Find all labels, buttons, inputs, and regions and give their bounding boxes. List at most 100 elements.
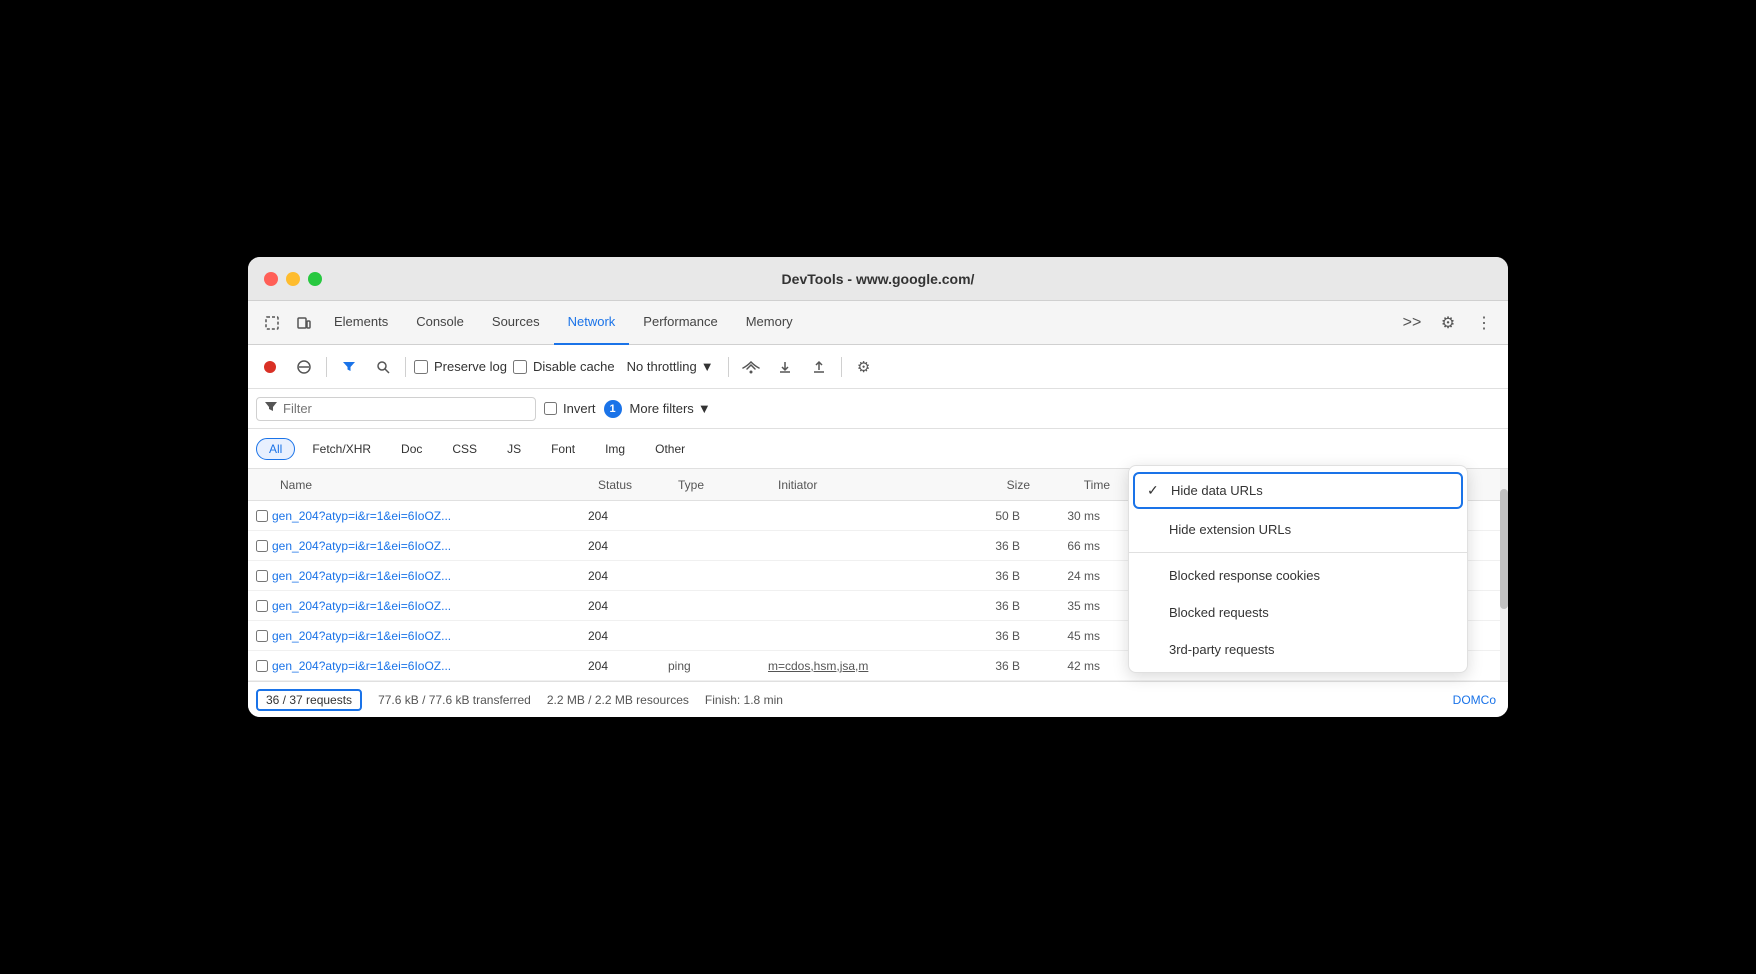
row-checkbox-4[interactable]	[248, 630, 268, 642]
tab-performance[interactable]: Performance	[629, 301, 731, 345]
clear-button[interactable]	[290, 353, 318, 381]
row-time-1: 66 ms	[1028, 539, 1108, 553]
cursor-icon[interactable]	[256, 307, 288, 339]
type-filter-doc[interactable]: Doc	[388, 438, 435, 460]
row-name-4: gen_204?atyp=i&r=1&ei=6IoOZ...	[268, 629, 588, 643]
filter-input[interactable]	[283, 401, 483, 416]
invert-checkbox[interactable]	[544, 402, 557, 415]
dropdown-item-blocked-requests[interactable]: ✓ Blocked requests	[1129, 594, 1467, 631]
row-checkbox-2[interactable]	[248, 570, 268, 582]
separator-2	[405, 357, 406, 377]
row-size-1: 36 B	[948, 539, 1028, 553]
devtools-settings-icon[interactable]: ⚙	[1432, 307, 1464, 339]
row-initiator-5: m=cdos,hsm,jsa,m	[768, 659, 948, 673]
tab-console[interactable]: Console	[402, 301, 478, 345]
close-button[interactable]	[264, 272, 278, 286]
row-size-3: 36 B	[948, 599, 1028, 613]
dropdown-item-hide-data-urls[interactable]: ✓ Hide data URLs	[1133, 472, 1463, 509]
requests-count: 36 / 37 requests	[256, 689, 362, 711]
type-filter-js[interactable]: JS	[494, 438, 534, 460]
network-toolbar: Preserve log Disable cache No throttling…	[248, 345, 1508, 389]
row-time-2: 24 ms	[1028, 569, 1108, 583]
filter-icon	[265, 400, 277, 418]
tab-actions: >> ⚙ ⋮	[1396, 307, 1500, 339]
header-status: Status	[598, 478, 678, 492]
search-button[interactable]	[369, 353, 397, 381]
type-filter-all[interactable]: All	[256, 438, 295, 460]
header-initiator: Initiator	[778, 478, 958, 492]
row-time-5: 42 ms	[1028, 659, 1108, 673]
row-checkbox-0[interactable]	[248, 510, 268, 522]
dropdown-item-third-party-requests[interactable]: ✓ 3rd-party requests	[1129, 631, 1467, 668]
row-checkbox-1[interactable]	[248, 540, 268, 552]
row-size-4: 36 B	[948, 629, 1028, 643]
title-bar: DevTools - www.google.com/	[248, 257, 1508, 301]
export-button[interactable]	[805, 353, 833, 381]
domco-stat: DOMCo	[1453, 693, 1500, 707]
finish-time: Finish: 1.8 min	[705, 693, 783, 707]
device-icon[interactable]	[288, 307, 320, 339]
more-filters-button[interactable]: More filters ▼	[630, 401, 711, 416]
dropdown-item-hide-extension-urls[interactable]: ✓ Hide extension URLs	[1129, 511, 1467, 548]
type-filter-fetch-xhr[interactable]: Fetch/XHR	[299, 438, 384, 460]
row-size-0: 50 B	[948, 509, 1028, 523]
tab-elements[interactable]: Elements	[320, 301, 402, 345]
window-title: DevTools - www.google.com/	[782, 271, 975, 287]
type-filter-img[interactable]: Img	[592, 438, 638, 460]
tab-sources[interactable]: Sources	[478, 301, 554, 345]
devtools-more-icon[interactable]: ⋮	[1468, 307, 1500, 339]
filter-bar: Invert 1 More filters ▼	[248, 389, 1508, 429]
tab-network[interactable]: Network	[554, 301, 630, 345]
disable-cache-label[interactable]: Disable cache	[513, 359, 615, 374]
scrollbar-thumb[interactable]	[1500, 489, 1508, 609]
row-time-0: 30 ms	[1028, 509, 1108, 523]
row-status-1: 204	[588, 539, 668, 553]
stop-recording-button[interactable]	[256, 353, 284, 381]
row-time-3: 35 ms	[1028, 599, 1108, 613]
preserve-log-label[interactable]: Preserve log	[414, 359, 507, 374]
maximize-button[interactable]	[308, 272, 322, 286]
filter-button[interactable]	[335, 353, 363, 381]
dropdown-item-blocked-response-cookies[interactable]: ✓ Blocked response cookies	[1129, 557, 1467, 594]
disable-cache-checkbox[interactable]	[513, 360, 527, 374]
more-filters-badge: 1	[604, 400, 622, 418]
row-name-0: gen_204?atyp=i&r=1&ei=6IoOZ...	[268, 509, 588, 523]
throttle-dropdown[interactable]: No throttling ▼	[621, 357, 720, 376]
network-settings-button[interactable]: ⚙	[850, 353, 878, 381]
filter-input-wrap	[256, 397, 536, 421]
chevron-down-icon: ▼	[701, 359, 714, 374]
overflow-icon[interactable]: >>	[1396, 307, 1428, 339]
row-checkbox-3[interactable]	[248, 600, 268, 612]
row-status-0: 204	[588, 509, 668, 523]
row-name-5: gen_204?atyp=i&r=1&ei=6IoOZ...	[268, 659, 588, 673]
type-filter-css[interactable]: CSS	[439, 438, 490, 460]
preserve-log-checkbox[interactable]	[414, 360, 428, 374]
devtools-window: DevTools - www.google.com/ Elements Cons…	[248, 257, 1508, 717]
row-status-5: 204	[588, 659, 668, 673]
separator-4	[841, 357, 842, 377]
type-filter-other[interactable]: Other	[642, 438, 698, 460]
tabs-bar: Elements Console Sources Network Perform…	[248, 301, 1508, 345]
check-icon: ✓	[1147, 482, 1163, 499]
type-filter-font[interactable]: Font	[538, 438, 588, 460]
network-conditions-button[interactable]	[737, 353, 765, 381]
row-status-2: 204	[588, 569, 668, 583]
tab-memory[interactable]: Memory	[732, 301, 807, 345]
chevron-down-icon: ▼	[698, 401, 711, 416]
window-controls	[264, 272, 322, 286]
separator-3	[728, 357, 729, 377]
row-size-2: 36 B	[948, 569, 1028, 583]
row-checkbox-5[interactable]	[248, 660, 268, 672]
scrollbar[interactable]	[1500, 469, 1508, 681]
more-filters-dropdown: ✓ Hide data URLs ✓ Hide extension URLs ✓…	[1128, 465, 1468, 673]
header-type: Type	[678, 478, 778, 492]
row-status-3: 204	[588, 599, 668, 613]
invert-label[interactable]: Invert	[544, 401, 596, 416]
row-name-3: gen_204?atyp=i&r=1&ei=6IoOZ...	[268, 599, 588, 613]
row-size-5: 36 B	[948, 659, 1028, 673]
row-status-4: 204	[588, 629, 668, 643]
row-type-5: ping	[668, 659, 768, 673]
dropdown-divider	[1129, 552, 1467, 553]
import-button[interactable]	[771, 353, 799, 381]
minimize-button[interactable]	[286, 272, 300, 286]
